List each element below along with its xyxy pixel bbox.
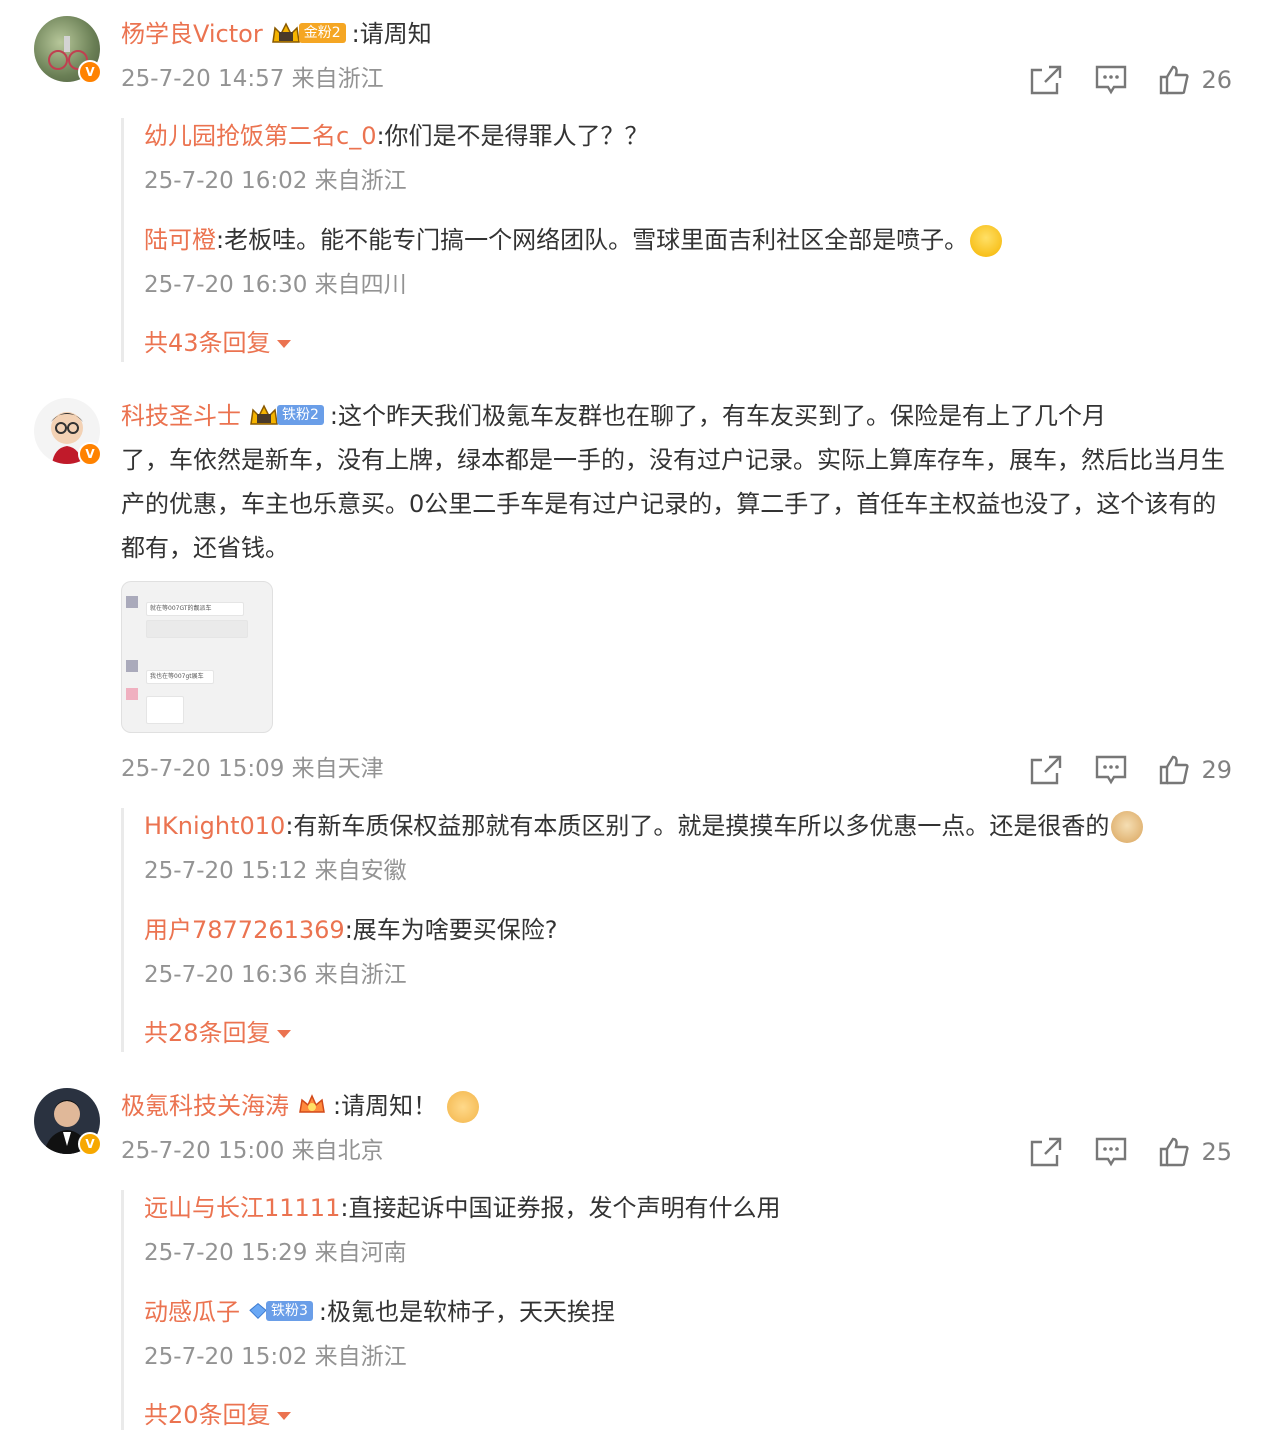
comment-image[interactable]: 就在等007GT的靓派车 我也在等007gt展车 [121,581,273,733]
caret-down-icon [276,340,291,348]
reply-text: :展车为啥要买保险? [344,916,558,944]
diamond-icon [249,1303,267,1320]
crown-icon [271,22,300,43]
avatar[interactable]: V [34,1088,102,1156]
reply-meta: 25-7-20 16:02 来自浙江 [144,168,407,194]
reply-thread: 幼儿园抢饭第二名c_0:你们是不是得罪人了？？ 25-7-20 16:02 来自… [121,118,1003,362]
like-icon [1160,1137,1190,1167]
share-button[interactable] [1029,754,1063,786]
like-icon [1160,755,1190,785]
verified-v-icon: V [78,60,102,84]
doge-emoji-icon [1111,811,1144,843]
like-icon [1160,65,1190,95]
more-replies-link[interactable]: 共28条回复 [144,1018,291,1048]
comment-button[interactable] [1095,65,1127,95]
fan-badge: 金粉2 [271,21,346,45]
reply-username[interactable]: 陆可橙 [144,226,216,254]
reply-username[interactable]: 用户7877261369 [144,916,345,944]
fan-badge: 铁粉3 [248,1299,313,1323]
crown-icon [299,1094,325,1113]
image-chat-text: 就在等007GT的靓派车 [150,605,212,612]
caret-down-icon [276,1030,291,1038]
comment-button[interactable] [1095,755,1127,785]
comment-icon [1096,65,1127,95]
comment-meta: 25-7-20 14:57 来自浙江 [121,66,384,92]
reply-username[interactable]: 动感瓜子 [144,1298,240,1326]
reply-username[interactable]: 远山与长江11111 [144,1194,340,1222]
vip-crown-badge [297,1093,327,1117]
reply-text: :你们是不是得罪人了？？ [376,122,649,150]
praying-hands-emoji-icon [447,1091,480,1123]
reply-username[interactable]: HKnight010 [144,812,285,840]
share-icon [1031,1137,1062,1167]
share-icon [1031,755,1062,785]
reply-meta: 25-7-20 15:02 来自浙江 [144,1344,407,1370]
crown-icon [250,404,278,425]
like-button[interactable]: 26 [1159,65,1232,95]
reply-thread: 远山与长江11111:直接起诉中国证券报，发个声明有什么用 25-7-20 15… [121,1190,780,1430]
like-button[interactable]: 29 [1159,755,1232,785]
comment-text: :请周知！ [333,1092,438,1120]
share-icon [1031,65,1062,95]
image-chat-text: 我也在等007gt展车 [150,673,204,680]
like-button[interactable]: 25 [1159,1137,1232,1167]
comment-meta: 25-7-20 15:09 来自天津 [121,756,384,782]
username[interactable]: 极氪科技关海涛 [121,1092,289,1120]
reply-meta: 25-7-20 16:36 来自浙江 [144,962,407,988]
reply-meta: 25-7-20 16:30 来自四川 [144,272,407,298]
caret-down-icon [276,1412,291,1420]
reply-thread: HKnight010:有新车质保权益那就有本质区别了。就是摸摸车所以多优惠一点。… [121,808,1144,1052]
comment-meta: 25-7-20 15:00 来自北京 [121,1138,384,1164]
fan-badge: 铁粉2 [249,403,324,427]
comment-icon [1096,755,1127,785]
avatar[interactable]: V [34,398,102,466]
comment-text-continued: 了，车依然是新车，没有上牌，绿本都是一手的，没有过户记录。实际上算库存车，展车，… [121,446,1225,562]
more-replies-link[interactable]: 共20条回复 [144,1400,291,1430]
comment-button[interactable] [1095,1137,1127,1167]
reply-text: :老板哇。能不能专门搞一个网络团队。雪球里面吉利社区全部是喷子。 [216,226,969,254]
comment-text: :请周知 [351,20,432,48]
like-count: 29 [1201,756,1232,784]
reply-meta: 25-7-20 15:12 来自安徽 [144,858,407,884]
verified-v-icon: V [78,1132,102,1156]
like-count: 26 [1201,66,1232,94]
avatar[interactable]: V [34,16,102,84]
crying-laughing-emoji-icon [970,225,1003,257]
username[interactable]: 杨学良Victor [121,20,263,48]
more-replies-link[interactable]: 共43条回复 [144,328,291,358]
share-button[interactable] [1029,64,1063,96]
reply-text: :直接起诉中国证券报，发个声明有什么用 [340,1194,781,1222]
reply-text: :有新车质保权益那就有本质区别了。就是摸摸车所以多优惠一点。还是很香的 [285,812,1110,840]
reply-meta: 25-7-20 15:29 来自河南 [144,1240,407,1266]
comment-text: :这个昨天我们极氪车友群也在聊了，有车友买到了。保险是有上了几个月 [329,402,1107,430]
like-count: 25 [1201,1138,1232,1166]
username[interactable]: 科技圣斗士 [121,402,241,430]
share-button[interactable] [1029,1136,1063,1168]
comment-icon [1096,1137,1127,1167]
reply-text: :极氪也是软柿子，天天挨捏 [318,1298,616,1326]
verified-v-icon: V [78,442,102,466]
reply-username[interactable]: 幼儿园抢饭第二名c_0 [144,122,376,150]
